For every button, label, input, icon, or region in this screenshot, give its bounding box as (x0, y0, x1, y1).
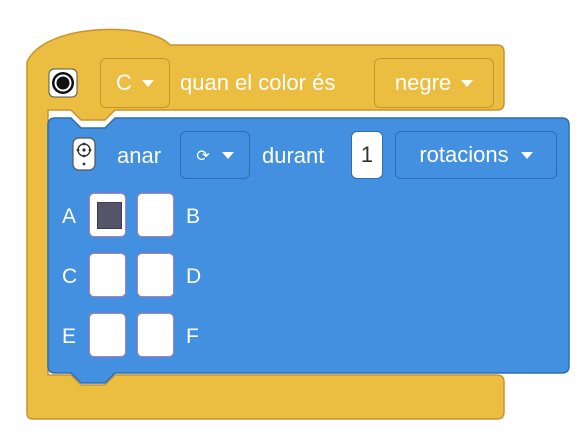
action-label: anar (117, 143, 162, 168)
unit-dropdown-value: rotacions (419, 142, 509, 167)
port-f-checkbox[interactable] (137, 313, 174, 357)
chevron-down-icon (141, 79, 154, 87)
port-d-checkbox[interactable] (137, 253, 174, 297)
port-label-b: B (186, 205, 201, 228)
port-a-checkbox[interactable] (89, 193, 126, 237)
port-label-f: F (186, 325, 199, 348)
port-dropdown-value: C (116, 70, 132, 95)
rotate-icon: ⟳ (196, 145, 210, 165)
port-e-checkbox[interactable] (89, 313, 126, 357)
chevron-down-icon (461, 79, 474, 87)
port-label-e: E (62, 325, 77, 348)
chevron-down-icon (520, 151, 533, 159)
motor-icon (72, 137, 96, 171)
port-dropdown[interactable]: C (100, 58, 170, 108)
direction-dropdown[interactable]: ⟳ (180, 131, 250, 179)
amount-value: 1 (360, 142, 374, 167)
selected-indicator (97, 202, 122, 229)
port-label-c: C (62, 265, 78, 288)
color-dropdown-value: negre (394, 70, 452, 95)
port-c-checkbox[interactable] (89, 253, 126, 297)
color-sensor-icon (48, 68, 78, 98)
during-label: durant (262, 143, 325, 168)
condition-label: quan el color és (180, 70, 336, 95)
chevron-down-icon (221, 151, 234, 159)
port-label-a: A (62, 205, 77, 228)
color-dropdown[interactable]: negre (374, 58, 494, 108)
port-label-d: D (186, 265, 202, 288)
unit-dropdown[interactable]: rotacions (395, 131, 557, 179)
port-b-checkbox[interactable] (137, 193, 174, 237)
amount-input[interactable]: 1 (351, 131, 383, 179)
